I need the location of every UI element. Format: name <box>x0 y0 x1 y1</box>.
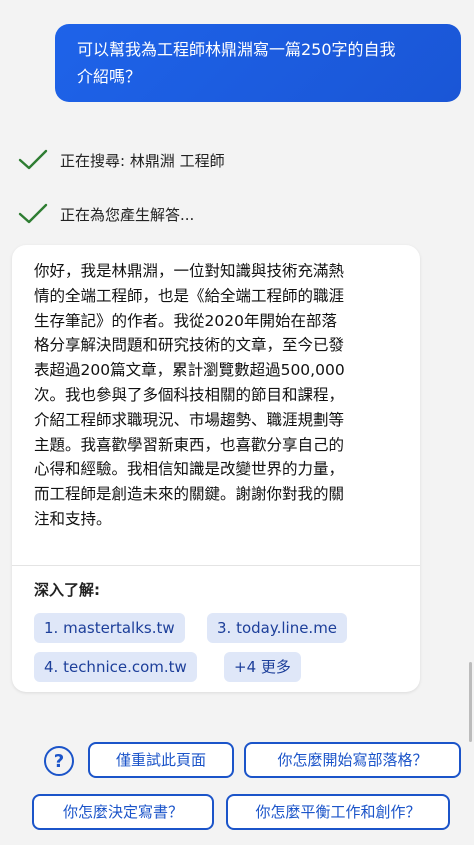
source-link-today-line[interactable]: 3. today.line.me <box>207 613 348 643</box>
suggestion-how-balance[interactable]: 你怎麼平衡工作和創作？ <box>226 794 450 830</box>
question-circle-icon[interactable]: ? <box>44 746 74 776</box>
answer-line: 表超過200篇文章，累計瀏覽數超過500,000 <box>34 361 345 380</box>
answer-line: 心得和經驗。我相信知識是改變世界的力量， <box>34 460 345 479</box>
answer-line: 格分享解決問題和研究技術的文章，至今已發 <box>34 336 345 355</box>
answer-line: 你好，我是林鼎淵，一位對知識與技術充滿熱 <box>34 262 345 280</box>
status-searching-text: 正在搜尋: 林鼎淵 工程師 <box>60 151 225 170</box>
answer-line: 情的全端工程師，也是《給全端工程師的職涯 <box>34 286 345 305</box>
suggestion-how-start-blog[interactable]: 你怎麼開始寫部落格？ <box>244 742 461 778</box>
source-link-mastertalks[interactable]: 1. mastertalks.tw <box>34 613 185 643</box>
check-icon <box>18 203 48 225</box>
check-icon <box>18 149 48 171</box>
answer-line: 次。我也參與了多個科技相關的節目和課程， <box>34 385 345 404</box>
source-link-technice[interactable]: 4. technice.com.tw <box>34 652 197 682</box>
answer-line: 而工程師是創造未來的關鍵。謝謝你對我的關 <box>34 485 345 504</box>
answer-text: 你好，我是林鼎淵，一位對知識與技術充滿熱 情的全端工程師，也是《給全端工程師的職… <box>34 259 406 532</box>
scrollbar[interactable] <box>469 662 472 742</box>
user-message-line-1: 可以幫我為工程師林鼎淵寫一篇250字的自我 <box>77 40 396 59</box>
status-generating-text: 正在為您產生解答... <box>60 205 195 224</box>
suggestion-how-decide-book[interactable]: 你怎麼決定寫書？ <box>32 794 214 830</box>
learn-more-label: 深入了解: <box>34 581 100 599</box>
answer-line: 注和支持。 <box>34 509 112 528</box>
retry-page-button[interactable]: 僅重試此頁面 <box>88 742 234 778</box>
source-more-link[interactable]: +4 更多 <box>224 652 301 682</box>
answer-line: 介紹工程師求職現況、市場趨勢、職涯規劃等 <box>34 410 345 429</box>
user-message-line-2: 介紹嗎？ <box>77 67 142 86</box>
card-divider <box>12 565 420 566</box>
answer-line: 主題。我喜歡學習新東西，也喜歡分享自己的 <box>34 435 345 454</box>
user-message-bubble: 可以幫我為工程師林鼎淵寫一篇250字的自我 介紹嗎？ <box>55 24 461 102</box>
answer-card: 你好，我是林鼎淵，一位對知識與技術充滿熱 情的全端工程師，也是《給全端工程師的職… <box>12 245 420 692</box>
status-searching: 正在搜尋: 林鼎淵 工程師 <box>18 146 225 174</box>
answer-line: 生存筆記》的作者。我從2020年開始在部落 <box>34 311 337 330</box>
status-generating: 正在為您產生解答... <box>18 200 194 228</box>
